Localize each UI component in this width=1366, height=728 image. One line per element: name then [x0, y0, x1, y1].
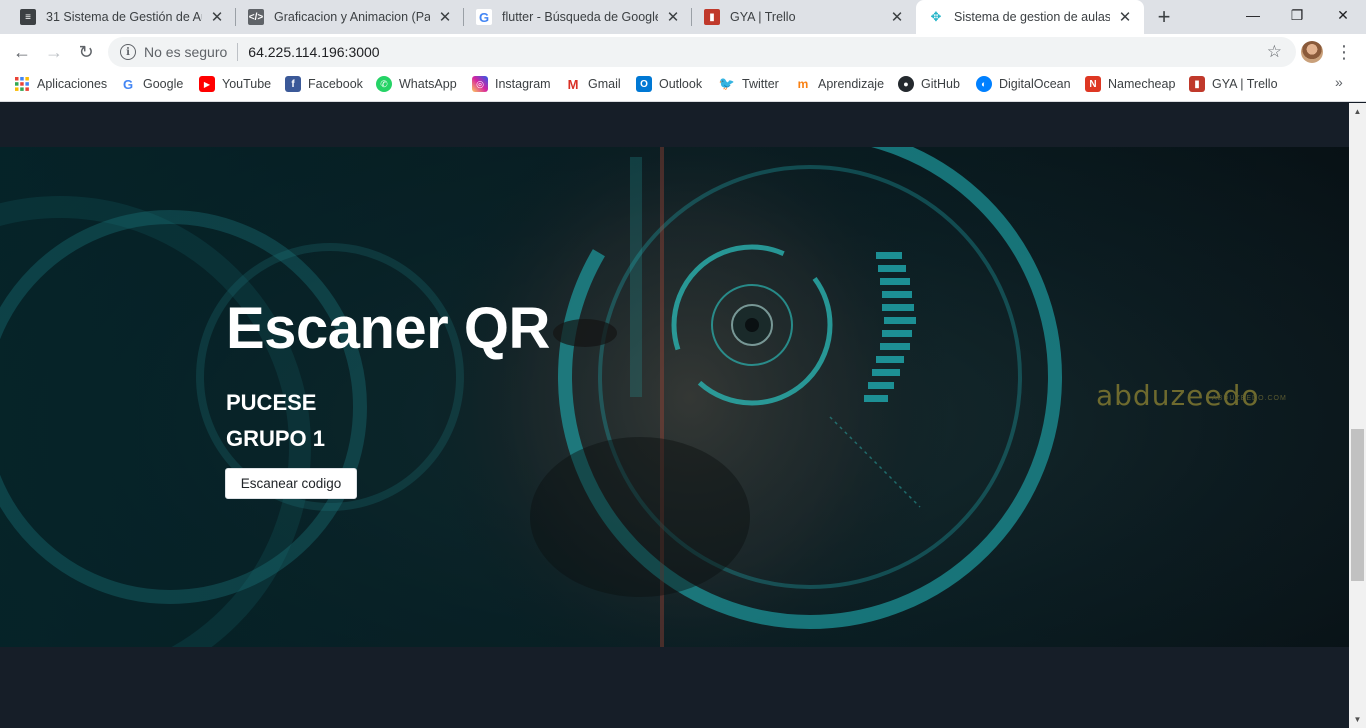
close-icon[interactable]: ✕	[664, 8, 682, 26]
bookmark-label: DigitalOcean	[999, 77, 1071, 91]
reload-icon[interactable]: ↻	[72, 38, 100, 66]
digitalocean-icon: ◐	[976, 76, 992, 92]
close-icon[interactable]: ✕	[436, 8, 454, 26]
bookmark-label: Twitter	[742, 77, 779, 91]
bookmark-label: YouTube	[222, 77, 272, 91]
info-icon[interactable]: i	[120, 44, 136, 60]
tab-flutter-search[interactable]: G flutter - Búsqueda de Google ✕	[464, 0, 692, 34]
minimize-icon[interactable]: —	[1230, 0, 1276, 30]
facebook-icon: f	[285, 76, 301, 92]
bookmark-twitter[interactable]: 🐦 Twitter	[719, 70, 779, 98]
google-icon: G	[476, 9, 492, 25]
scroll-down-arrow-icon[interactable]: ▼	[1349, 711, 1366, 728]
app-icon: ✥	[928, 9, 944, 25]
forward-icon[interactable]: →	[40, 38, 68, 66]
tab-graficacion[interactable]: </> Graficacion y Animacion (Page ✕	[236, 0, 464, 34]
bookmark-star-icon[interactable]: ☆	[1267, 42, 1282, 62]
bookmark-label: Google	[143, 77, 184, 91]
new-tab-button[interactable]: +	[1152, 4, 1176, 29]
twitter-icon: 🐦	[718, 76, 736, 91]
bookmark-label: Instagram	[495, 77, 551, 91]
moodle-icon: m	[797, 77, 809, 91]
hero-line-group: GRUPO 1	[226, 426, 326, 451]
trello-icon: ▮	[1189, 76, 1205, 92]
abduzeedo-small-text: ABDUZEEDO.COM	[1212, 395, 1287, 402]
bookmark-gmail[interactable]: M Gmail	[565, 70, 621, 98]
tab-strip: ≡ 31 Sistema de Gestión de Aula ✕ </> Gr…	[0, 0, 1366, 34]
close-icon[interactable]: ✕	[1116, 8, 1134, 26]
bookmark-outlook[interactable]: O Outlook	[636, 70, 702, 98]
bookmark-aplicaciones[interactable]: Aplicaciones	[14, 70, 107, 98]
hero-line-institution: PUCESE	[226, 390, 317, 415]
browser-toolbar: ← → ↻ i No es seguro 64.225.114.196:3000…	[0, 34, 1366, 70]
scan-code-button[interactable]: Escanear codigo	[225, 468, 357, 499]
bookmark-google[interactable]: G Google	[120, 70, 183, 98]
gmail-icon: M	[567, 76, 579, 92]
more-bookmarks-icon[interactable]: »	[1335, 74, 1343, 90]
tab-gya-trello[interactable]: ▮ GYA | Trello ✕	[692, 0, 916, 34]
whatsapp-icon: ✆	[376, 76, 392, 92]
address-bar[interactable]: i No es seguro 64.225.114.196:3000 ☆	[108, 37, 1296, 67]
namecheap-icon: N	[1085, 76, 1101, 92]
close-window-icon[interactable]: ✕	[1320, 0, 1366, 30]
bookmark-digitalocean[interactable]: ◐ DigitalOcean	[976, 70, 1071, 98]
hero-banner: abduzeedo ABDUZEEDO.COM Escaner QR PUCES…	[0, 147, 1349, 647]
security-status[interactable]: No es seguro	[144, 44, 227, 60]
bookmark-github[interactable]: ● GitHub	[898, 70, 960, 98]
bookmark-label: Facebook	[308, 77, 363, 91]
outlook-icon: O	[636, 76, 652, 92]
bookmark-instagram[interactable]: ◎ Instagram	[472, 70, 551, 98]
scroll-up-arrow-icon[interactable]: ▲	[1349, 103, 1366, 120]
divider	[237, 43, 239, 61]
close-icon[interactable]: ✕	[208, 8, 226, 26]
bookmark-facebook[interactable]: f Facebook	[285, 70, 363, 98]
url-text[interactable]: 64.225.114.196:3000	[248, 44, 379, 60]
bookmark-namecheap[interactable]: N Namecheap	[1085, 70, 1175, 98]
bookmark-aprendizaje[interactable]: m Aprendizaje	[795, 70, 884, 98]
tab-sistema-gestion-aulas[interactable]: ✥ Sistema de gestion de aulas ✕	[916, 0, 1144, 34]
trello-icon: ▮	[704, 9, 720, 25]
close-icon[interactable]: ✕	[888, 8, 906, 26]
page-viewport: abduzeedo ABDUZEEDO.COM Escaner QR PUCES…	[0, 103, 1349, 728]
bookmark-label: Aplicaciones	[37, 77, 108, 91]
bookmark-label: Aprendizaje	[818, 77, 885, 91]
bookmark-whatsapp[interactable]: ✆ WhatsApp	[376, 70, 457, 98]
profile-avatar[interactable]	[1301, 41, 1323, 63]
github-icon: ●	[898, 76, 914, 92]
bookmarks-bar: Aplicaciones G Google ▶ YouTube f Facebo…	[0, 70, 1366, 102]
instagram-icon: ◎	[472, 76, 488, 92]
doc-icon: ≡	[20, 9, 36, 25]
scroll-thumb[interactable]	[1351, 429, 1364, 581]
bookmark-label: Outlook	[659, 77, 703, 91]
bookmark-label: WhatsApp	[399, 77, 457, 91]
apps-grid-icon	[14, 76, 30, 92]
bookmark-label: GYA | Trello	[1212, 77, 1278, 91]
bookmark-label: GitHub	[921, 77, 960, 91]
hero-title: Escaner QR	[226, 296, 550, 361]
bookmark-label: Gmail	[588, 77, 621, 91]
menu-kebab-icon[interactable]: ⋮	[1334, 38, 1354, 66]
bookmark-label: Namecheap	[1108, 77, 1176, 91]
youtube-icon: ▶	[199, 76, 215, 92]
tab-sistema-gestion-aula[interactable]: ≡ 31 Sistema de Gestión de Aula ✕	[8, 0, 236, 34]
page-scrollbar[interactable]: ▲ ▼	[1349, 103, 1366, 728]
bookmark-gya-trello[interactable]: ▮ GYA | Trello	[1189, 70, 1278, 98]
google-icon: G	[122, 76, 134, 92]
back-icon[interactable]: ←	[8, 38, 36, 66]
code-icon: </>	[248, 9, 264, 25]
restore-icon[interactable]: ❐	[1274, 0, 1320, 30]
bookmark-youtube[interactable]: ▶ YouTube	[199, 70, 271, 98]
